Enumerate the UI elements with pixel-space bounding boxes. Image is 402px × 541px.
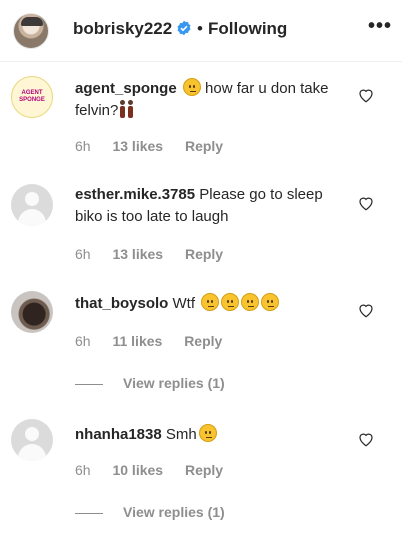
commenter-avatar[interactable]: AGENT SPONGE [11,76,53,118]
confused-face-emoji-icon [261,293,280,311]
post-header: bobrisky222 • Following ••• [0,0,402,62]
comment-body: Wtf [172,295,196,312]
comment-meta: 6h 13 likes Reply [75,246,241,262]
comment-meta: 6h 11 likes Reply [75,333,240,349]
view-replies-button[interactable]: View replies (1) [75,504,225,520]
comment-likes[interactable]: 10 likes [112,462,163,478]
person-walking-emoji-icon [127,100,134,118]
comment-likes[interactable]: 13 likes [112,138,163,154]
view-replies-button[interactable]: View replies (1) [75,375,225,391]
comment-time: 6h [75,138,91,154]
comment-text-block: nhanha1838 Smh [75,424,345,446]
comment-likes[interactable]: 11 likes [112,333,162,349]
comment-text-block: that_boysolo Wtf [75,293,345,315]
comment-time: 6h [75,246,91,262]
confused-face-emoji-icon [201,293,220,311]
confused-face-emoji-icon [241,293,260,311]
comment-meta: 6h 13 likes Reply [75,138,241,154]
reply-button[interactable]: Reply [185,138,223,154]
profile-avatar[interactable] [13,13,49,49]
more-options-icon[interactable]: ••• [368,15,392,38]
following-button[interactable]: Following [208,19,287,39]
comment-text-block: agent_sponge how far u don take felvin? [75,78,345,122]
commenter-avatar[interactable] [11,184,53,226]
like-heart-icon[interactable] [357,301,375,319]
verified-badge-icon [177,20,191,36]
reply-button[interactable]: Reply [185,462,223,478]
commenter-avatar[interactable] [11,291,53,333]
replies-divider [75,383,103,385]
comment-meta: 6h 10 likes Reply [75,462,241,478]
comment-username[interactable]: that_boysolo [75,295,168,312]
separator-dot: • [197,19,203,38]
unamused-face-emoji-icon [198,424,217,442]
comment-body: Smh [165,426,197,443]
like-heart-icon[interactable] [357,194,375,212]
like-heart-icon[interactable] [357,430,375,448]
view-replies-label: View replies (1) [123,375,225,391]
replies-divider [75,512,103,514]
comment-time: 6h [75,333,91,349]
comment-text-block: esther.mike.3785 Please go to sleep biko… [75,184,345,228]
avatar-logo-text: AGENT SPONGE [19,90,45,103]
like-heart-icon[interactable] [357,86,375,104]
commenter-avatar[interactable] [11,419,53,461]
reply-button[interactable]: Reply [185,246,223,262]
comment-time: 6h [75,462,91,478]
view-replies-label: View replies (1) [123,504,225,520]
comment-username[interactable]: agent_sponge [75,80,177,97]
person-walking-emoji-icon [119,100,126,118]
comment-username[interactable]: esther.mike.3785 [75,186,195,203]
reply-button[interactable]: Reply [184,333,222,349]
header-username[interactable]: bobrisky222 [73,19,172,39]
comment-likes[interactable]: 13 likes [112,246,163,262]
confused-face-emoji-icon [221,293,240,311]
rolling-eyes-emoji-icon [182,78,201,96]
comment-username[interactable]: nhanha1838 [75,426,162,443]
